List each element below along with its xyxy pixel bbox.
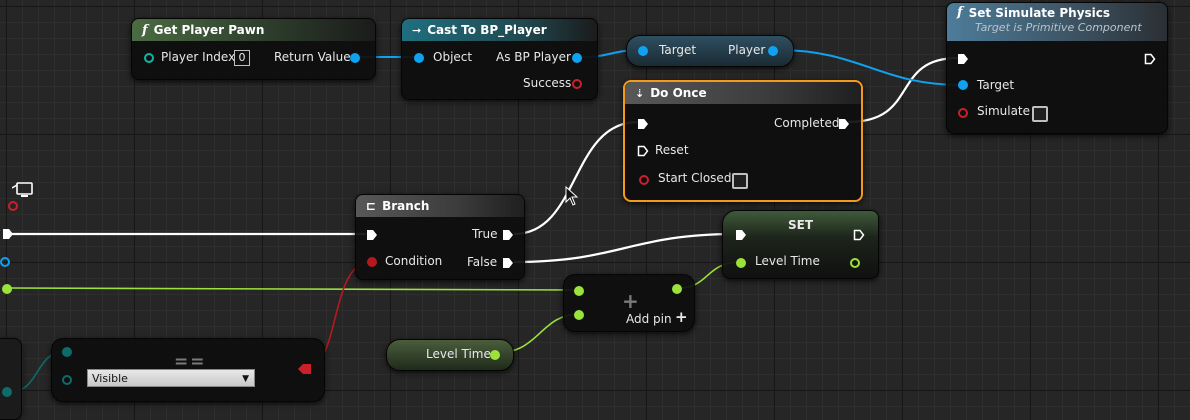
return-value-pin[interactable] [350,53,360,63]
node-title: Branch [382,199,430,213]
start-closed-pin[interactable] [639,175,649,185]
target-player-getter-node[interactable]: Target Player [626,35,794,67]
simulate-label: Simulate [977,104,1031,118]
start-closed-checkbox[interactable] [732,173,748,189]
do-once-node[interactable]: ⇣ Do Once Completed Reset Start Closed [623,80,863,202]
level-time-label: Level Time [755,254,820,268]
return-value-label: Return Value [274,50,351,64]
enum-dropdown[interactable]: Visible ▼ [87,369,255,387]
left-exec-pin[interactable] [2,228,14,240]
node-title: Do Once [650,86,707,100]
node-subtitle: Target is Primitive Component [975,21,1142,34]
get-player-pawn-node[interactable]: f Get Player Pawn Player Index 0 Return V… [131,18,376,80]
a-pin[interactable] [574,286,584,296]
exec-wire-completed-to-simulate [847,56,959,124]
branch-icon: ⊏ [366,199,377,213]
add-symbol: + [622,289,639,313]
add-node[interactable]: + Add pin + [563,274,695,332]
success-label: Success [523,76,572,90]
as-bp-player-pin[interactable] [572,53,582,63]
level-time-getter-node[interactable]: Level Time [386,339,514,371]
player-index-input[interactable]: 0 [234,50,250,66]
level-time-in-pin[interactable] [736,258,746,268]
left-bool-pin[interactable] [8,201,18,211]
completed-label: Completed [774,116,840,130]
player-index-pin[interactable] [144,53,154,63]
level-time-label: Level Time [426,347,491,361]
reset-pin[interactable] [637,145,649,157]
dropdown-arrow-icon: ▼ [242,374,249,384]
target-pin[interactable] [958,80,968,90]
node-title: Cast To BP_Player [427,23,547,37]
exec-in-pin[interactable] [957,53,969,65]
branch-node[interactable]: ⊏ Branch True Condition False [355,194,525,280]
condition-label: Condition [385,254,443,268]
function-icon: f [142,22,148,38]
object-label: Object [433,50,473,64]
condition-pin[interactable] [367,257,377,267]
level-time-out-pin[interactable] [850,258,860,268]
left-float-pin[interactable] [2,284,12,294]
simulate-checkbox[interactable] [1032,106,1048,122]
false-label: False [467,255,498,269]
equal-enum-node[interactable]: == Visible ▼ [51,338,325,402]
object-pin[interactable] [414,53,424,63]
target-label: Target [977,78,1015,92]
monitor-icon [11,182,34,198]
node-title: Set Simulate Physics [968,5,1111,20]
set-simulate-physics-node[interactable]: f Set Simulate Physics Target is Primitiv… [946,2,1168,134]
left-cut-off-node [0,338,22,420]
reset-label: Reset [655,143,689,157]
left-cut-off-pin[interactable] [2,387,12,397]
false-pin[interactable] [502,257,514,269]
player-pin[interactable] [768,46,778,56]
b-pin[interactable] [574,310,584,320]
enum-dropdown-value: Visible [92,372,128,385]
mouse-cursor-icon [565,186,579,206]
exec-out-pin[interactable] [853,229,865,241]
as-bp-player-label: As BP Player [496,50,571,64]
function-icon: f [957,5,963,20]
simulate-pin[interactable] [958,108,968,118]
set-level-time-node[interactable]: SET Level Time [722,210,879,279]
true-pin[interactable] [502,229,514,241]
bool-out-pin[interactable] [298,363,312,375]
exec-out-pin[interactable] [1144,53,1156,65]
target-pin[interactable] [638,46,648,56]
exec-in-pin[interactable] [366,229,378,241]
cast-icon: ➞ [412,23,422,37]
add-pin-label: Add pin [626,312,672,326]
start-closed-label: Start Closed [658,171,732,185]
do-once-icon: ⇣ [635,86,645,100]
left-object-pin[interactable] [0,257,10,267]
player-label: Player [728,43,766,57]
node-title: Get Player Pawn [153,23,265,37]
exec-in-pin[interactable] [735,229,747,241]
add-pin-button[interactable]: + [675,308,688,326]
completed-pin[interactable] [838,118,850,130]
enum-in-a-pin[interactable] [62,347,72,357]
exec-wire-true-to-do-once [513,120,639,236]
target-label: Target [659,43,697,57]
success-pin[interactable] [572,79,582,89]
exec-wire-false-to-set [513,232,737,264]
true-label: True [472,227,498,241]
player-index-label: Player Index [161,50,236,64]
float-wire-left-to-add [7,287,579,291]
exec-in-pin[interactable] [637,118,649,130]
result-pin[interactable] [672,284,682,294]
level-time-out-pin[interactable] [490,350,500,360]
enum-in-b-pin[interactable] [62,375,72,385]
cast-to-bp-player-node[interactable]: ➞ Cast To BP_Player Object As BP Player S… [401,18,598,100]
